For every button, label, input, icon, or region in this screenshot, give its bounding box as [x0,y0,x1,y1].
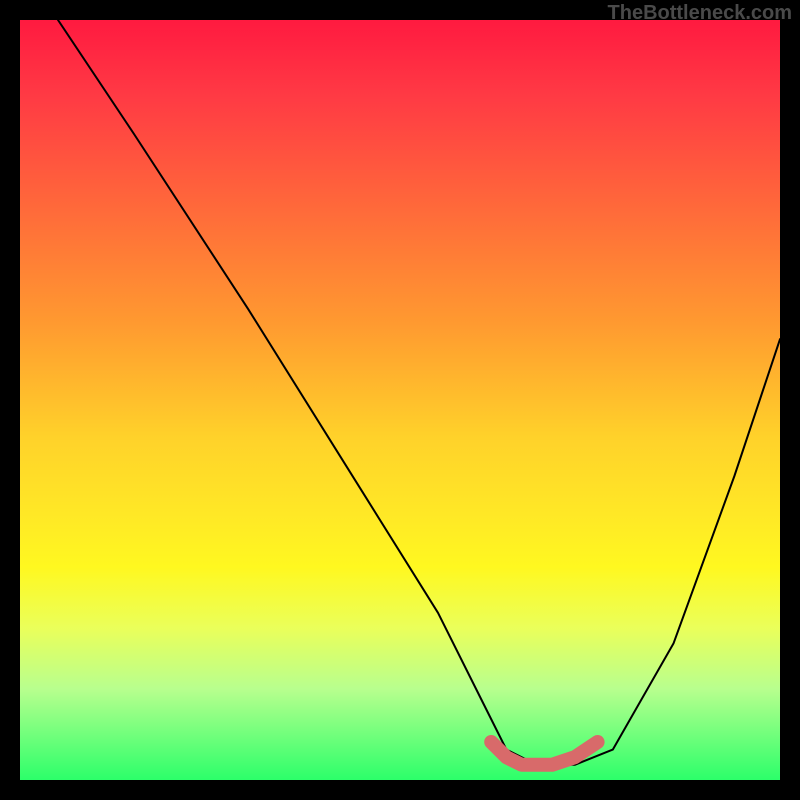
chart-svg [20,20,780,780]
chart-frame: TheBottleneck.com [0,0,800,800]
plot-area [20,20,780,780]
series-bottleneck-curve [58,20,780,765]
